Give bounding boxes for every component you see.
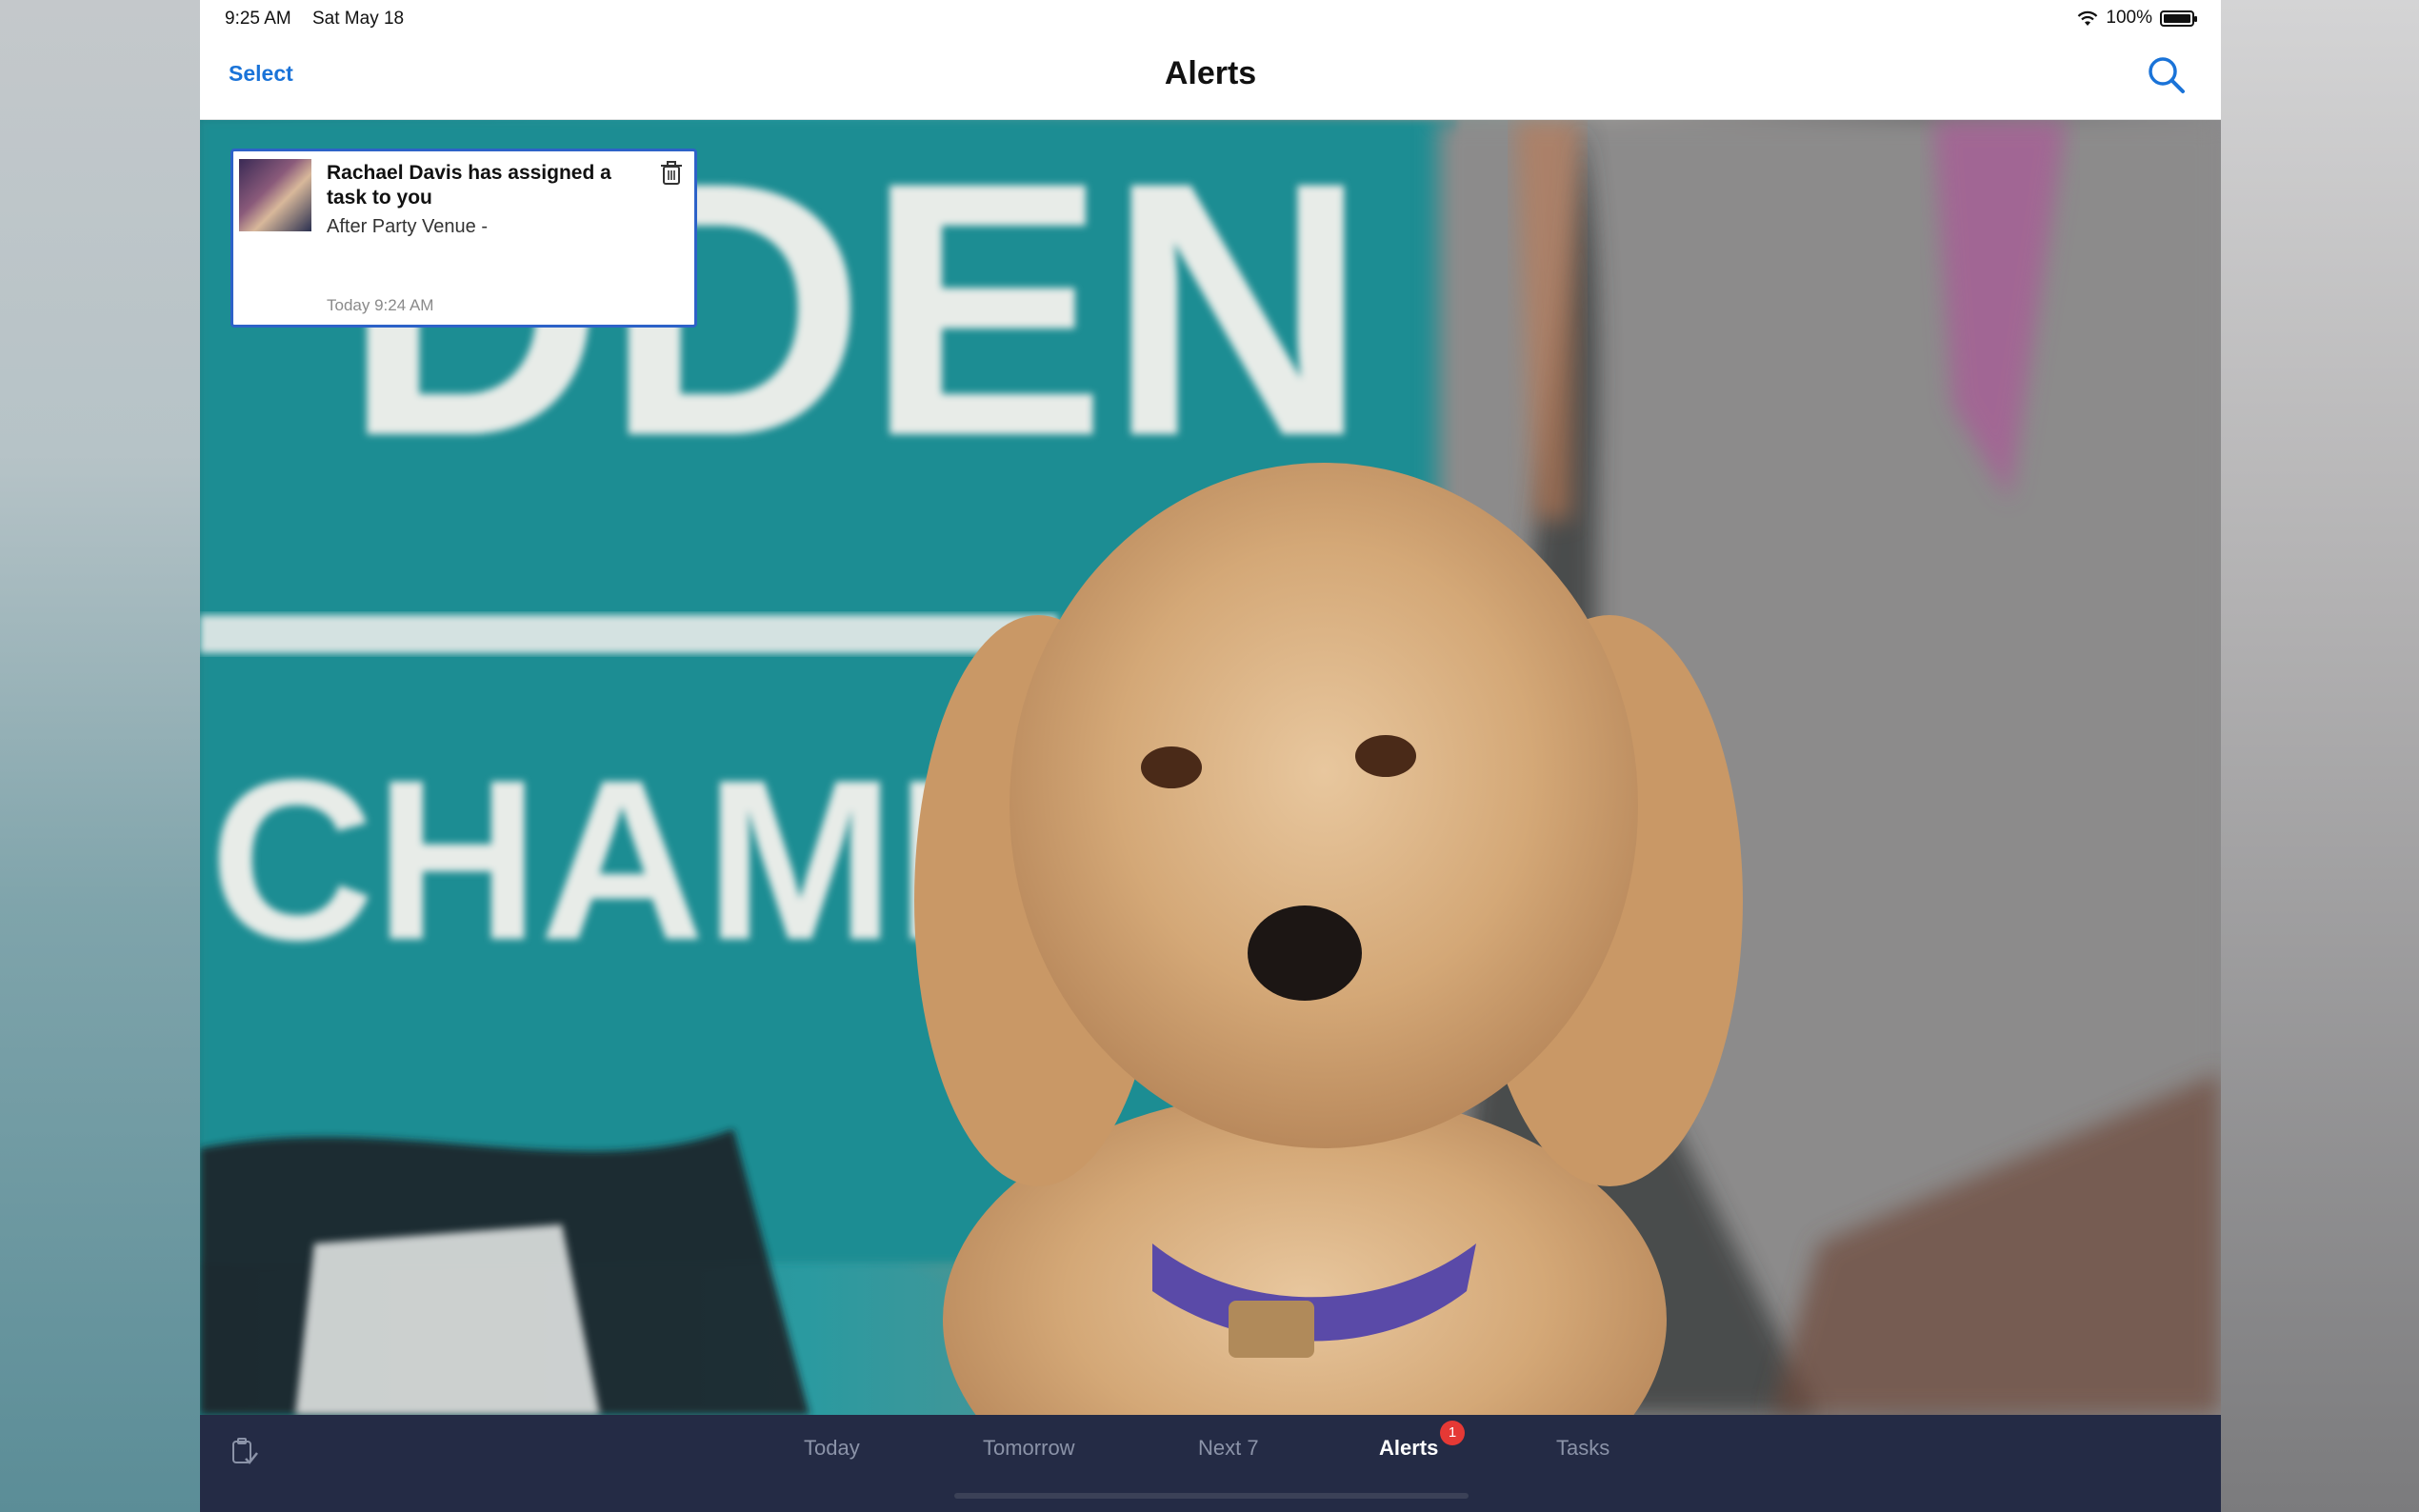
battery-percent: 100%: [2106, 8, 2152, 28]
navigation-bar: Select Alerts: [200, 38, 2221, 120]
tab-tomorrow[interactable]: Tomorrow: [983, 1436, 1075, 1461]
trash-icon[interactable]: [660, 161, 683, 186]
avatar: [239, 159, 311, 231]
tab-next-7[interactable]: Next 7: [1198, 1436, 1259, 1461]
page-title: Alerts: [1164, 55, 1257, 91]
home-indicator: [954, 1493, 1469, 1499]
alert-subtitle: After Party Venue -: [327, 216, 488, 237]
alert-title: Rachael Davis has assigned a task to you: [327, 162, 611, 209]
alerts-badge: 1: [1440, 1421, 1465, 1445]
ipad-screen: 9:25 AM Sat May 18 100% Select Alerts DD…: [200, 0, 2221, 1512]
tab-bar: Today Tomorrow Next 7 Alerts 1 Tasks: [200, 1415, 2221, 1512]
alert-card[interactable]: Rachael Davis has assigned a task to you…: [230, 149, 697, 328]
status-time: 9:25 AM: [225, 9, 291, 29]
clipboard-check-icon[interactable]: [229, 1436, 261, 1468]
wifi-icon: [2078, 10, 2098, 26]
alert-timestamp: Today 9:24 AM: [327, 296, 434, 314]
backdrop-left: [0, 0, 200, 1512]
tab-tasks[interactable]: Tasks: [1556, 1436, 1609, 1461]
backdrop-right: [2221, 0, 2419, 1512]
background-photo: DDEN CHAMBER Rachael Davis has assigned …: [200, 120, 2221, 1415]
tab-today[interactable]: Today: [804, 1436, 860, 1461]
tab-alerts[interactable]: Alerts: [1379, 1436, 1438, 1461]
status-date: Sat May 18: [312, 9, 405, 29]
battery-icon: [2160, 10, 2197, 27]
search-icon[interactable]: [2145, 53, 2189, 97]
status-bar: 9:25 AM Sat May 18 100%: [200, 0, 2221, 38]
status-right: 100%: [2077, 8, 2197, 29]
